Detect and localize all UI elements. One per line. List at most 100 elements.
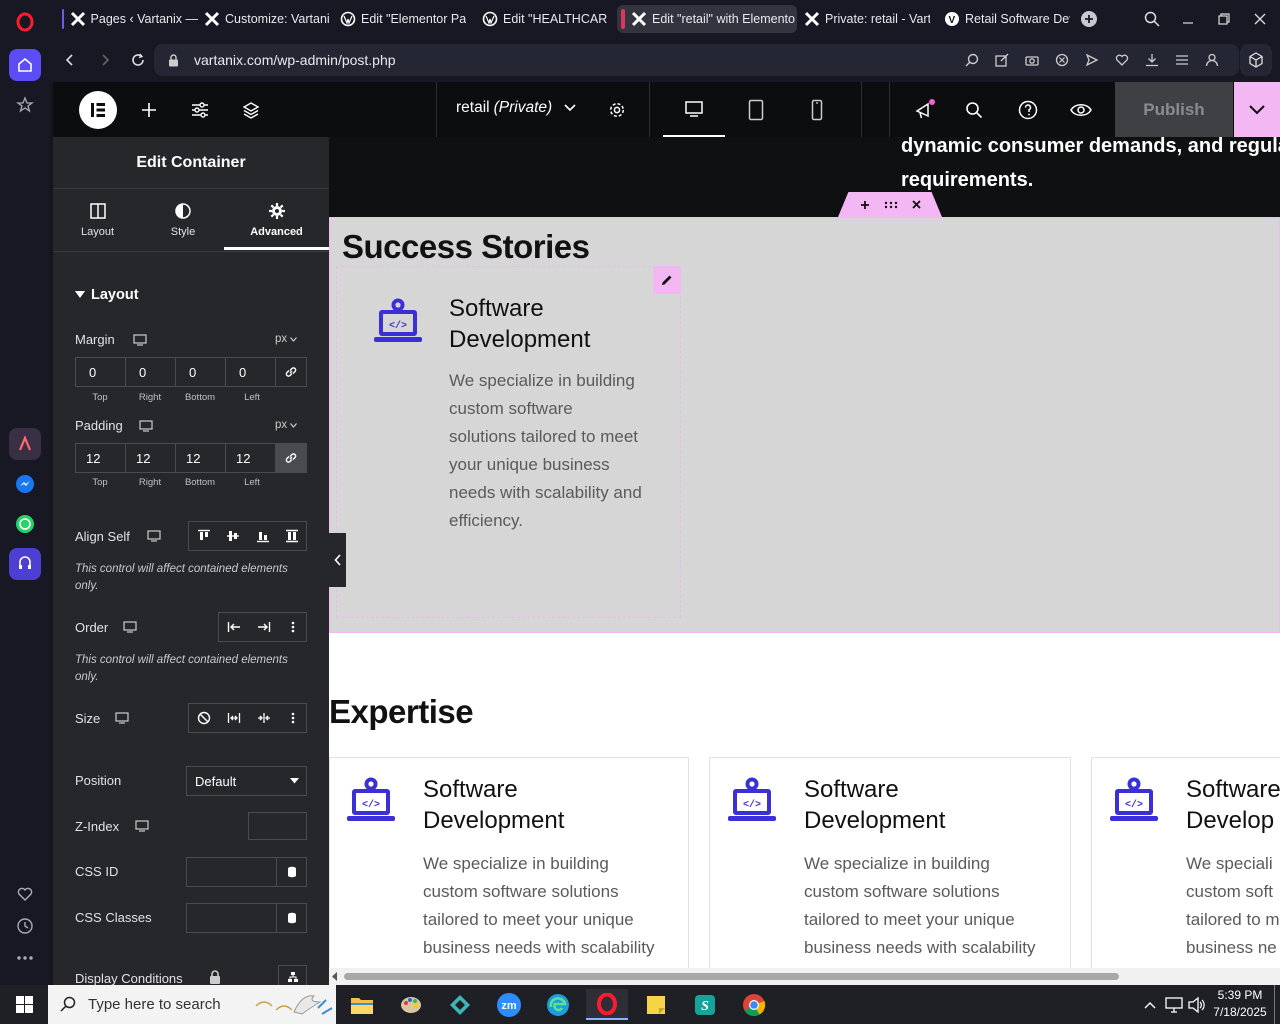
volume-speaker-icon[interactable] <box>1188 996 1206 1014</box>
show-desktop-button[interactable] <box>1274 985 1275 1024</box>
add-element-plus-icon[interactable] <box>139 100 159 120</box>
opera-logo-icon[interactable] <box>9 6 41 38</box>
scroll-left-arrow-icon[interactable] <box>332 972 338 981</box>
tablet-view-icon[interactable] <box>746 99 766 121</box>
padding-top-input[interactable]: 12 <box>75 443 126 473</box>
delete-container-close-icon[interactable] <box>911 200 921 209</box>
padding-bottom-input[interactable]: 12 <box>175 443 226 473</box>
expertise-card[interactable]: </> Software Develop We speciali custom … <box>1091 757 1280 968</box>
success-card[interactable]: </> Software Development We specialize i… <box>336 266 681 618</box>
minimize-icon[interactable] <box>1178 9 1198 29</box>
lock-icon[interactable] <box>166 52 180 68</box>
size-none-icon[interactable] <box>189 704 219 732</box>
margin-left-input[interactable]: 0 <box>225 357 276 387</box>
responsive-desktop-icon[interactable] <box>114 711 130 725</box>
position-select[interactable]: Default <box>186 766 307 796</box>
music-player-icon[interactable] <box>9 548 41 580</box>
history-clock-icon[interactable] <box>9 910 41 942</box>
tray-chevron-up-icon[interactable] <box>1142 997 1158 1013</box>
mobile-view-icon[interactable] <box>807 99 827 121</box>
taskbar-search-box[interactable]: Type here to search <box>48 985 336 1024</box>
margin-top-input[interactable]: 0 <box>75 357 126 387</box>
panel-collapse-chevron-icon[interactable] <box>329 533 346 587</box>
vpn-diamond-icon[interactable] <box>439 989 481 1020</box>
drag-handle-icon[interactable] <box>884 201 898 209</box>
order-start-icon[interactable] <box>219 613 249 641</box>
edit-page-icon[interactable] <box>994 52 1010 68</box>
dynamic-tags-icon[interactable] <box>276 903 307 933</box>
bookmark-heart-icon[interactable] <box>1114 52 1130 68</box>
responsive-desktop-icon[interactable] <box>132 333 148 347</box>
padding-right-input[interactable]: 12 <box>125 443 176 473</box>
notifications-megaphone-icon[interactable] <box>913 98 937 122</box>
more-dots-icon[interactable] <box>9 942 41 974</box>
adblock-icon[interactable] <box>1054 52 1070 68</box>
size-grow-icon[interactable] <box>219 704 249 732</box>
responsive-desktop-icon[interactable] <box>138 419 154 433</box>
horizontal-scrollbar[interactable] <box>329 968 1280 985</box>
publish-options-chevron-icon[interactable] <box>1234 82 1280 137</box>
tab-style[interactable]: Style <box>142 190 224 250</box>
download-icon[interactable] <box>1144 52 1160 68</box>
container-handle[interactable] <box>838 192 942 217</box>
structure-layers-icon[interactable] <box>241 100 261 120</box>
zoom-search-icon[interactable] <box>964 52 980 68</box>
padding-link-icon[interactable] <box>275 443 307 473</box>
elementor-logo-icon[interactable] <box>79 91 117 129</box>
site-settings-sliders-icon[interactable] <box>190 100 210 120</box>
success-stories-container[interactable]: Success Stories </> Software Development… <box>329 217 1280 633</box>
responsive-desktop-icon[interactable] <box>122 620 138 634</box>
taskbar-clock[interactable]: 5:39 PM 7/18/2025 <box>1210 987 1270 1021</box>
speed-dial-icon[interactable] <box>9 89 41 121</box>
padding-unit-selector[interactable]: px <box>275 419 298 431</box>
url-field[interactable]: vartanix.com/wp-admin/post.php <box>154 44 1239 76</box>
browser-tab-active[interactable]: Edit "retail" with Elemento <box>617 5 797 33</box>
search-icon[interactable] <box>964 100 984 120</box>
forward-icon[interactable] <box>95 50 115 70</box>
restore-icon[interactable] <box>1214 9 1234 29</box>
send-icon[interactable] <box>1084 52 1100 68</box>
aria-ai-icon[interactable] <box>9 428 41 460</box>
help-question-icon[interactable] <box>1017 99 1039 121</box>
snapshot-camera-icon[interactable] <box>1024 52 1040 68</box>
align-end-icon[interactable] <box>248 522 278 550</box>
size-custom-dots-icon[interactable] <box>279 704 306 732</box>
browser-tab[interactable]: Customize: Vartanix <box>200 5 330 33</box>
easy-setup-icon[interactable] <box>1174 52 1190 68</box>
sticky-notes-icon[interactable] <box>635 989 677 1020</box>
browser-tab[interactable]: Private: retail - Varta <box>800 5 930 33</box>
dev-tool-s-icon[interactable]: S <box>684 989 726 1020</box>
network-icon[interactable] <box>1165 996 1183 1014</box>
page-settings-gear-icon[interactable] <box>607 100 627 120</box>
layout-section-toggle[interactable]: Layout <box>75 287 139 303</box>
extensions-cube-icon[interactable] <box>1240 44 1272 76</box>
page-selector[interactable]: retail (Private) <box>456 99 576 117</box>
css-id-input[interactable] <box>186 857 277 887</box>
padding-left-input[interactable]: 12 <box>225 443 276 473</box>
zindex-input[interactable] <box>248 812 307 840</box>
close-window-icon[interactable] <box>1250 9 1270 29</box>
windows-start-icon[interactable] <box>0 985 48 1024</box>
whatsapp-icon[interactable] <box>9 508 41 540</box>
back-icon[interactable] <box>60 50 80 70</box>
home-icon[interactable] <box>9 49 41 81</box>
messenger-icon[interactable] <box>9 468 41 500</box>
margin-unit-selector[interactable]: px <box>275 333 298 345</box>
order-end-icon[interactable] <box>249 613 279 641</box>
margin-right-input[interactable]: 0 <box>125 357 176 387</box>
favorites-heart-icon[interactable] <box>9 878 41 910</box>
desktop-view-icon[interactable] <box>663 82 725 137</box>
browser-tab[interactable]: Edit "Elementor Pag <box>336 5 466 33</box>
paint-palette-icon[interactable] <box>390 989 432 1020</box>
chrome-browser-icon[interactable] <box>733 989 775 1020</box>
file-explorer-icon[interactable] <box>341 989 383 1020</box>
margin-link-icon[interactable] <box>275 357 307 387</box>
responsive-desktop-icon[interactable] <box>146 529 162 543</box>
dynamic-tags-icon[interactable] <box>276 857 307 887</box>
profile-icon[interactable] <box>1204 52 1220 68</box>
css-classes-input[interactable] <box>186 903 277 933</box>
edit-widget-pencil-icon[interactable] <box>653 266 681 294</box>
reload-icon[interactable] <box>128 50 148 70</box>
expertise-card[interactable]: </> Software Development We specialize i… <box>709 757 1071 968</box>
tab-advanced[interactable]: Advanced <box>224 190 329 250</box>
